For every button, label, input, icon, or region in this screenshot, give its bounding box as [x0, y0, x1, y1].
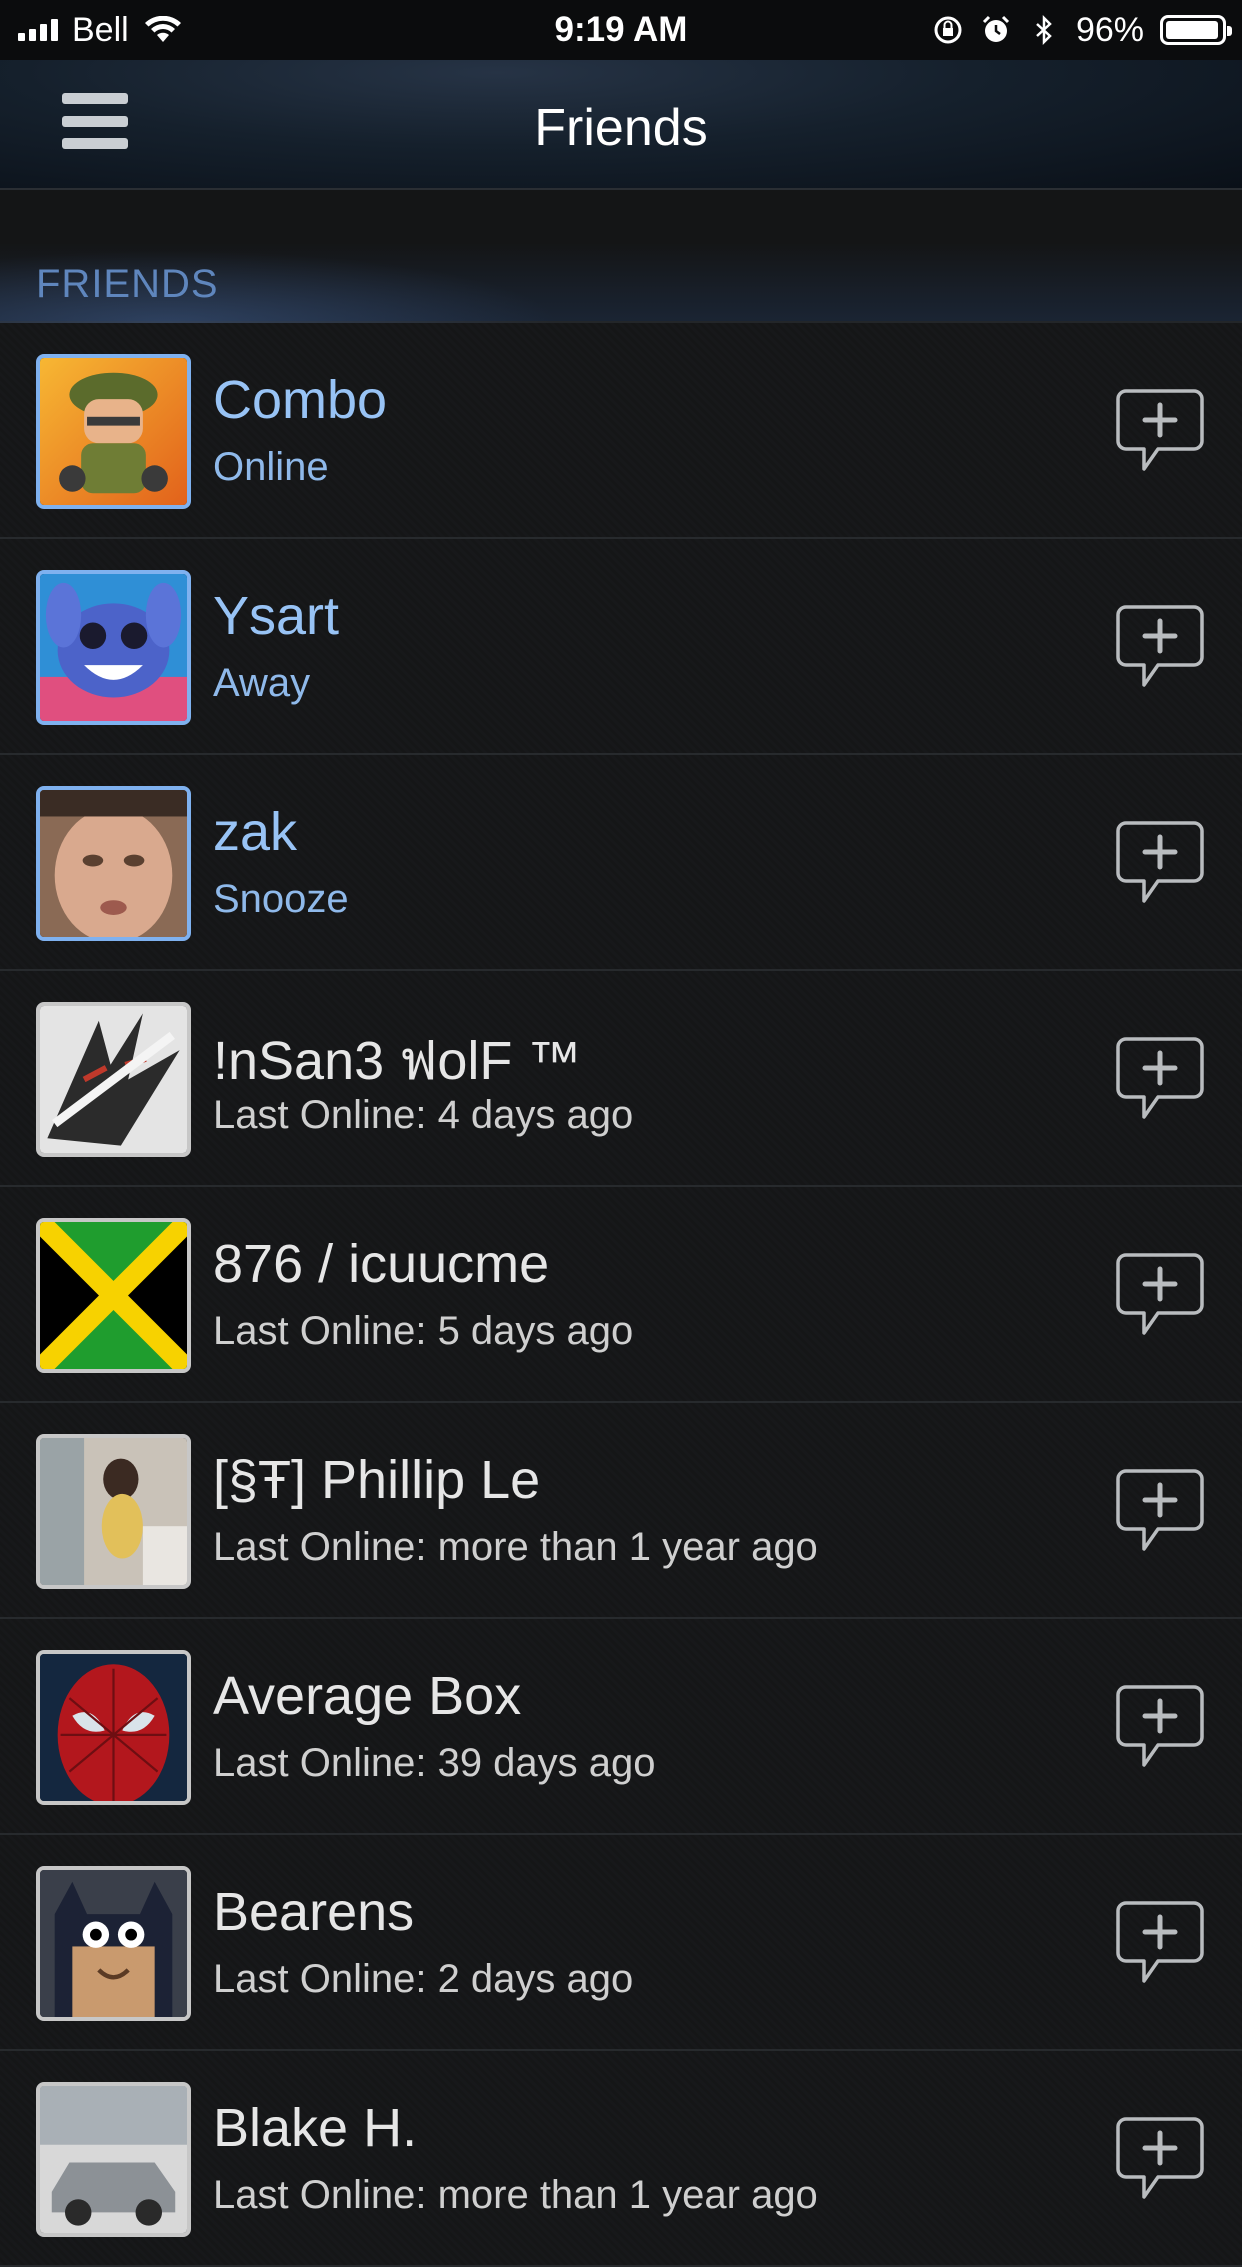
battery-percent: 96%: [1075, 10, 1144, 49]
start-chat-icon[interactable]: [1114, 1897, 1206, 1989]
start-chat-icon[interactable]: [1114, 601, 1206, 693]
avatar: [36, 1434, 191, 1589]
friend-row[interactable]: 876 / icuucme Last Online: 5 days ago: [0, 1187, 1242, 1403]
page-title: Friends: [534, 99, 708, 157]
friend-row[interactable]: zak Snooze: [0, 755, 1242, 971]
soldier-avatar-icon: [40, 358, 187, 505]
nav-bar: Friends: [0, 60, 1242, 190]
stitch-avatar-icon: [40, 574, 187, 721]
spiderman-avatar-icon: [40, 1654, 187, 1801]
status-bar: Bell 9:19 AM 96%: [0, 0, 1242, 60]
start-chat-icon[interactable]: [1114, 1681, 1206, 1773]
battery-icon: [1160, 15, 1232, 45]
orientation-lock-icon: [934, 16, 962, 44]
friend-name: 876 / icuucme: [213, 1234, 550, 1294]
avatar: [36, 1002, 191, 1157]
friend-name: [§Ŧ] Phillip Le: [213, 1450, 541, 1510]
friend-name: Average Box: [213, 1666, 522, 1726]
friend-row[interactable]: Ysart Away: [0, 539, 1242, 755]
status-left: Bell: [0, 11, 183, 50]
start-chat-icon[interactable]: [1114, 385, 1206, 477]
friend-name: Ysart: [213, 586, 340, 646]
avatar: [36, 570, 191, 725]
start-chat-icon[interactable]: [1114, 1465, 1206, 1557]
section-header: FRIENDS: [0, 190, 1242, 323]
battery-fill: [1166, 21, 1218, 39]
friend-row[interactable]: [§Ŧ] Phillip Le Last Online: more than 1…: [0, 1403, 1242, 1619]
friend-row[interactable]: Blake H. Last Online: more than 1 year a…: [0, 2051, 1242, 2267]
friend-status: Online: [213, 445, 329, 489]
section-title: FRIENDS: [36, 262, 219, 306]
friend-name: Bearens: [213, 1882, 415, 1942]
alarm-icon: [982, 15, 1009, 42]
friend-row[interactable]: Bearens Last Online: 2 days ago: [0, 1835, 1242, 2051]
batman-avatar-icon: [40, 1870, 187, 2017]
photo-avatar-icon: [40, 1438, 187, 1585]
bluetooth-icon: [1036, 14, 1052, 46]
avatar: [36, 1218, 191, 1373]
friend-name: Blake H.: [213, 2098, 418, 2158]
avatar: [36, 2082, 191, 2237]
friend-status: Last Online: more than 1 year ago: [213, 1525, 818, 1569]
friend-status: Snooze: [213, 877, 349, 921]
wolf-avatar-icon: [40, 1006, 187, 1153]
wifi-icon: [144, 16, 181, 42]
friend-status: Last Online: 4 days ago: [213, 1093, 634, 1137]
avatar: [36, 1650, 191, 1805]
friend-list: Combo Online Ysart Away zak Snooze !nSan…: [0, 323, 1242, 2267]
start-chat-icon[interactable]: [1114, 1033, 1206, 1125]
friend-status: Last Online: more than 1 year ago: [213, 2173, 818, 2217]
avatar: [36, 1866, 191, 2021]
start-chat-icon[interactable]: [1114, 817, 1206, 909]
friend-name: !nSan3 ฟolF ™: [213, 1031, 582, 1091]
carrier-label: Bell: [72, 10, 129, 49]
friend-status: Last Online: 2 days ago: [213, 1957, 634, 2001]
start-chat-icon[interactable]: [1114, 1249, 1206, 1341]
face-photo-avatar-icon: [40, 790, 187, 937]
friend-row[interactable]: Average Box Last Online: 39 days ago: [0, 1619, 1242, 1835]
avatar: [36, 786, 191, 941]
avatar: [36, 354, 191, 509]
friend-row[interactable]: Combo Online: [0, 323, 1242, 539]
friend-status: Away: [213, 661, 311, 705]
friend-status: Last Online: 39 days ago: [213, 1741, 656, 1785]
status-right: 96%: [932, 11, 1242, 50]
car-avatar-icon: [40, 2086, 187, 2233]
friend-name: zak: [213, 802, 298, 862]
jamaica-flag-avatar-icon: [40, 1222, 187, 1369]
signal-icon: [18, 19, 58, 41]
start-chat-icon[interactable]: [1114, 2113, 1206, 2205]
friend-status: Last Online: 5 days ago: [213, 1309, 634, 1353]
friend-name: Combo: [213, 370, 388, 430]
friend-row[interactable]: !nSan3 ฟolF ™ Last Online: 4 days ago: [0, 971, 1242, 1187]
